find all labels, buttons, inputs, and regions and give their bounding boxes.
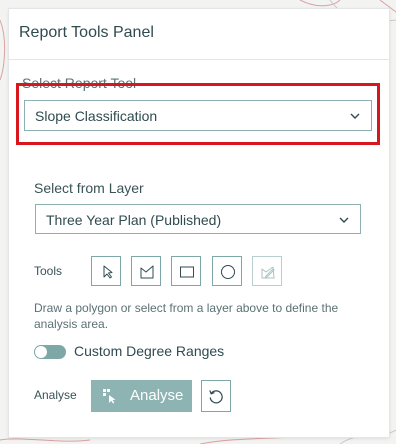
analyse-button-label: Analyse (130, 387, 184, 404)
report-tools-panel: Report Tools Panel Select Report Tool Sl… (9, 9, 389, 437)
layer-selected: Three Year Plan (Published) (46, 212, 222, 228)
layer-select[interactable]: Three Year Plan (Published) (35, 204, 361, 234)
edit-shape-icon (261, 266, 275, 279)
analyse-label: Analyse (34, 388, 77, 402)
layer-label: Select from Layer (34, 180, 144, 196)
chevron-down-icon (350, 113, 360, 119)
panel-header: Report Tools Panel (9, 9, 389, 60)
tools-label: Tools (34, 264, 63, 278)
custom-degree-toggle[interactable] (34, 345, 66, 359)
tools-help-text: Draw a polygon or select from a layer ab… (34, 301, 339, 331)
report-tool-selected: Slope Classification (35, 108, 158, 124)
analyse-button[interactable]: Analyse (91, 380, 192, 412)
polygon-tool-button[interactable] (131, 256, 161, 286)
chevron-down-icon (339, 217, 349, 223)
custom-degree-label: Custom Degree Ranges (74, 343, 225, 359)
toggle-knob (35, 346, 47, 358)
circle-icon (221, 265, 235, 279)
panel-title: Report Tools Panel (19, 24, 154, 41)
reset-button[interactable] (201, 380, 231, 412)
polygon-icon (140, 265, 154, 279)
rectangle-tool-button[interactable] (171, 256, 201, 286)
select-tool-button[interactable] (91, 256, 121, 286)
edit-shape-tool-button[interactable] (252, 256, 282, 286)
select-pointer-icon (103, 265, 113, 279)
rectangle-icon (180, 266, 194, 278)
analyse-area-icon (103, 389, 116, 404)
report-tool-label: Select Report Tool (22, 75, 137, 91)
circle-tool-button[interactable] (212, 256, 242, 286)
reset-icon (209, 390, 223, 404)
report-tool-select[interactable]: Slope Classification (24, 100, 372, 131)
